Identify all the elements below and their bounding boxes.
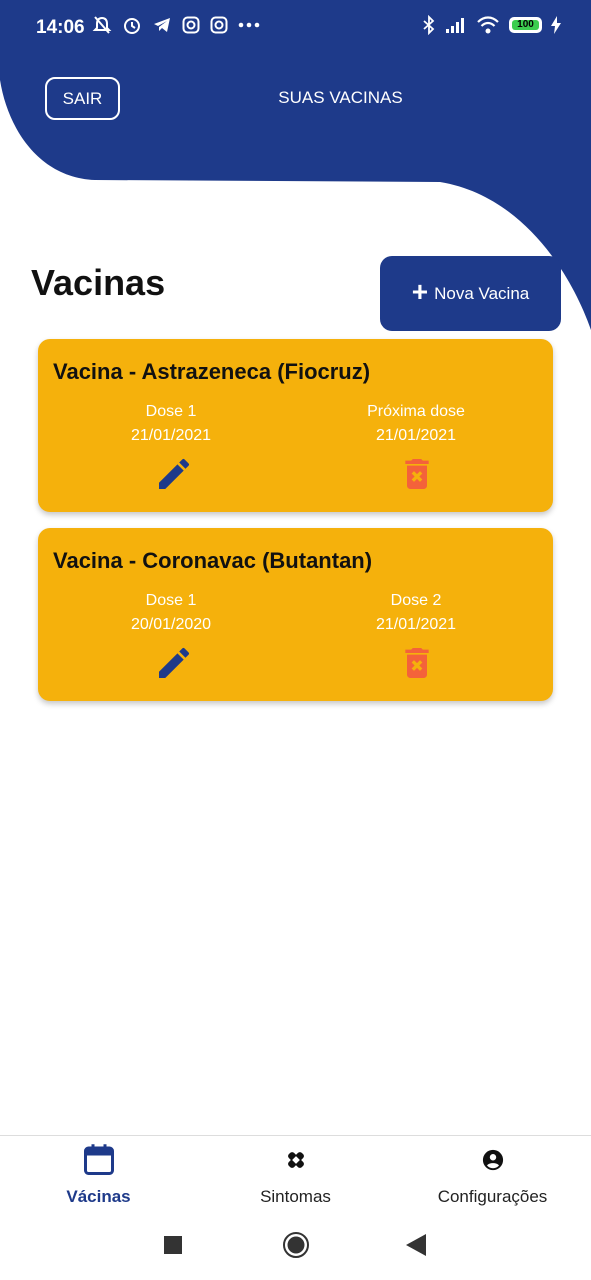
- nav-item-configuracoes[interactable]: Configurações: [394, 1136, 591, 1211]
- new-vaccine-label: Nova Vacina: [434, 283, 530, 303]
- system-navigation-bar: [0, 1210, 591, 1280]
- dose-date: 20/01/2020: [130, 616, 212, 633]
- dose-label: Dose 2: [390, 592, 442, 609]
- edit-pencil-icon[interactable]: [154, 454, 194, 494]
- dose-label: Próxima dose: [367, 403, 465, 420]
- account-circle-icon: [482, 1149, 503, 1171]
- signal-icon: [446, 18, 464, 33]
- section-title: Vacinas: [31, 262, 166, 303]
- charging-icon: [551, 16, 561, 34]
- delete-trash-icon[interactable]: [397, 454, 437, 494]
- dose-info-right: Próxima dose 21/01/2021: [296, 400, 536, 448]
- nav-item-sintomas[interactable]: Sintomas: [197, 1136, 394, 1211]
- bandage-icon: [287, 1152, 304, 1168]
- edit-pencil-icon[interactable]: [154, 643, 194, 683]
- telegram-icon: [154, 18, 170, 32]
- plus-icon: +: [411, 276, 429, 307]
- bottom-navigation: Vácinas Sintomas Configurações: [0, 1135, 591, 1211]
- back-icon[interactable]: [406, 1234, 426, 1256]
- bluetooth-icon: [423, 15, 435, 35]
- status-bar: 14:06 100: [0, 0, 591, 56]
- home-icon[interactable]: [282, 1231, 310, 1259]
- wifi-icon: [477, 16, 499, 34]
- battery-percent: 100: [517, 19, 534, 30]
- vaccine-card: Vacina - Astrazeneca (Fiocruz) Dose 1 21…: [38, 339, 553, 512]
- dose-date: 21/01/2021: [375, 427, 457, 444]
- status-system-icons: 100: [422, 15, 561, 35]
- dose-date: 21/01/2021: [375, 616, 457, 633]
- delete-trash-icon[interactable]: [397, 643, 437, 683]
- instagram-icon: [182, 16, 200, 34]
- bell-off-icon: [92, 16, 112, 34]
- alarm-icon: [124, 18, 140, 34]
- dose-info-left: Dose 1 20/01/2020: [51, 589, 291, 637]
- instagram-icon: [210, 16, 228, 34]
- dose-date: 21/01/2021: [130, 427, 212, 444]
- page-header-title: SUAS VACINAS: [278, 88, 403, 107]
- recent-apps-icon[interactable]: [164, 1236, 182, 1254]
- calendar-icon: [83, 1144, 114, 1175]
- status-time: 14:06: [36, 17, 85, 38]
- battery-icon: 100: [509, 17, 542, 33]
- vaccine-card: Vacina - Coronavac (Butantan) Dose 1 20/…: [38, 528, 553, 701]
- status-notification-icons: [92, 15, 260, 35]
- dose-info-left: Dose 1 21/01/2021: [51, 400, 291, 448]
- new-vaccine-button[interactable]: + Nova Vacina: [380, 256, 561, 331]
- dose-label: Dose 1: [145, 403, 197, 420]
- dose-info-right: Dose 2 21/01/2021: [296, 589, 536, 637]
- more-notifications-icon: [238, 22, 260, 28]
- nav-item-vacinas[interactable]: Vácinas: [0, 1136, 197, 1211]
- vaccine-name: Vacina - Astrazeneca (Fiocruz): [53, 359, 371, 384]
- vaccine-name: Vacina - Coronavac (Butantan): [53, 548, 373, 573]
- nav-label: Sintomas: [260, 1187, 331, 1206]
- nav-label: Configurações: [437, 1187, 548, 1206]
- nav-label: Vácinas: [66, 1187, 131, 1206]
- dose-label: Dose 1: [145, 592, 197, 609]
